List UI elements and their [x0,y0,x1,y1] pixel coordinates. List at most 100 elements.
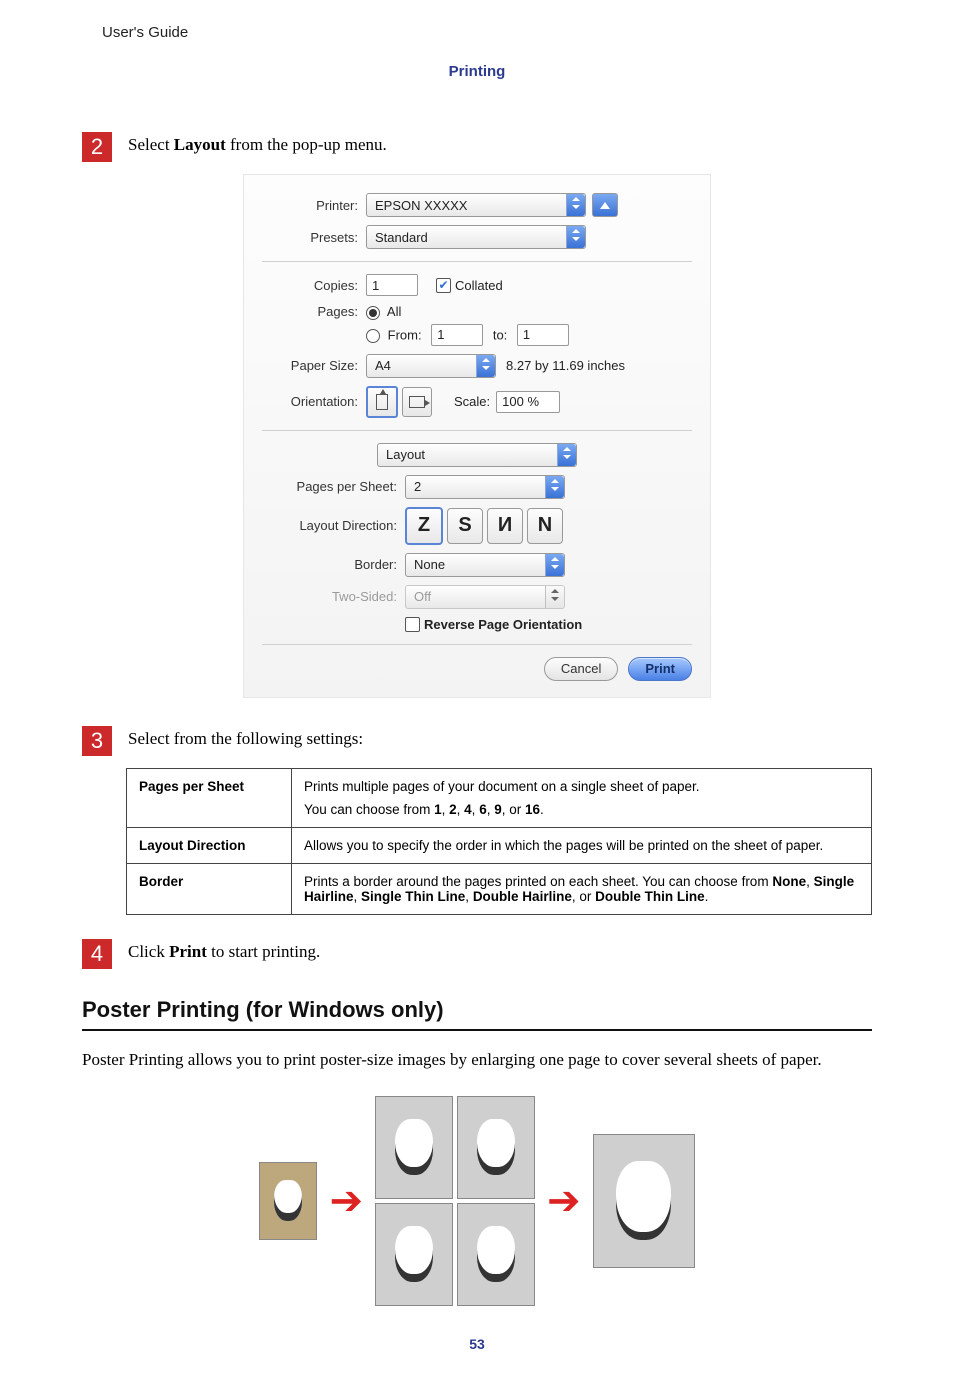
chevron-updown-icon [566,226,585,248]
dog-icon [395,1226,433,1282]
chevron-updown-icon [545,586,564,608]
presets-value: Standard [375,230,428,245]
step2-text: Select Layout from the pop-up menu. [128,132,387,156]
divider [262,261,692,262]
printer-value: EPSON XXXXX [375,198,467,213]
step3-text: Select from the following settings: [128,726,363,750]
cell-ld-desc: Allows you to specify the order in which… [292,827,872,863]
step-badge-4: 4 [82,939,112,969]
orientation-landscape-button[interactable] [402,387,432,417]
step2-pre: Select [128,135,174,154]
step-badge-2: 2 [82,132,112,162]
printer-label: Printer: [262,198,366,213]
layout-dir-2-button[interactable]: S [447,508,483,544]
border-label: Border: [262,557,405,572]
copies-input[interactable]: 1 [366,274,418,296]
two-sided-select: Off [405,585,565,609]
pps-value: 2 [414,479,421,494]
divider [262,644,692,645]
dog-icon [616,1161,671,1240]
pages-label: Pages: [262,304,366,319]
layout-direction-label: Layout Direction: [262,518,405,533]
chevron-updown-icon [545,476,564,498]
layout-dir-4-button[interactable]: N [527,508,563,544]
paper-size-dims: 8.27 by 11.69 inches [506,358,625,373]
pages-to-input[interactable]: 1 [517,324,569,346]
scale-label: Scale: [454,394,490,409]
two-sided-label: Two-Sided: [262,589,405,604]
pps-desc-line1: Prints multiple pages of your document o… [304,779,859,794]
tile-image [457,1203,535,1306]
chevron-updown-icon [566,194,585,216]
spath-icon: S [458,514,471,537]
arrow-right-icon: ➔ [329,1181,363,1221]
layout-dir-3-button[interactable]: И [487,508,523,544]
paper-size-label: Paper Size: [262,358,366,373]
orientation-portrait-button[interactable] [366,386,398,418]
border-select[interactable]: None [405,553,565,577]
dialog-section-select[interactable]: Layout [377,443,577,467]
tile-image [375,1203,453,1306]
chevron-updown-icon [545,554,564,576]
zpath-icon: Z [418,514,430,537]
tiled-image-set [375,1096,535,1306]
collated-checkbox[interactable]: ✔ [436,278,451,293]
pages-all-label: All [387,304,401,319]
table-row: Pages per Sheet Prints multiple pages of… [127,768,872,827]
users-guide-label: User's Guide [102,24,872,41]
divider [262,430,692,431]
original-image [259,1162,317,1240]
print-dialog: Printer: EPSON XXXXX Presets: Standard C… [243,174,711,698]
cell-border-desc: Prints a border around the pages printed… [292,863,872,914]
chevron-updown-icon [476,355,495,377]
dog-icon [274,1180,302,1222]
pages-from-radio[interactable] [366,329,380,343]
pps-desc-line2: You can choose from 1, 2, 4, 6, 9, or 16… [304,802,859,817]
step4-post: to start printing. [207,942,320,961]
poster-diagram: ➔ ➔ [82,1096,872,1306]
heading-poster-printing: Poster Printing (for Windows only) [82,997,872,1031]
reverse-checkbox[interactable]: ✔ [405,617,420,632]
layout-dir-1-button[interactable]: Z [405,507,443,545]
pages-all-radio[interactable] [366,306,380,320]
pps-select[interactable]: 2 [405,475,565,499]
step2-post: from the pop-up menu. [226,135,387,154]
cell-border-header: Border [127,863,292,914]
cancel-button[interactable]: Cancel [544,657,618,681]
landscape-icon [409,396,425,408]
paper-size-value: A4 [375,358,391,373]
presets-label: Presets: [262,230,366,245]
portrait-icon [376,394,388,410]
printer-select[interactable]: EPSON XXXXX [366,193,586,217]
step4-pre: Click [128,942,169,961]
table-row: Layout Direction Allows you to specify t… [127,827,872,863]
print-button[interactable]: Print [628,657,692,681]
table-row: Border Prints a border around the pages … [127,863,872,914]
tile-image [457,1096,535,1199]
settings-table: Pages per Sheet Prints multiple pages of… [126,768,872,915]
step4-bold: Print [169,942,207,961]
poster-paragraph: Poster Printing allows you to print post… [82,1049,872,1072]
triangle-up-icon [600,202,610,209]
paper-size-select[interactable]: A4 [366,354,496,378]
expand-button[interactable] [592,193,618,217]
presets-select[interactable]: Standard [366,225,586,249]
npath-icon: И [498,514,512,537]
cell-ld-header: Layout Direction [127,827,292,863]
dog-icon [395,1119,433,1175]
step-badge-3: 3 [82,726,112,756]
orientation-label: Orientation: [262,394,366,409]
border-value: None [414,557,445,572]
pages-from-input[interactable]: 1 [431,324,483,346]
cell-pps-desc: Prints multiple pages of your document o… [292,768,872,827]
chevron-updown-icon [557,444,576,466]
two-sided-value: Off [414,589,431,604]
step4-text: Click Print to start printing. [128,939,320,963]
scale-input[interactable]: 100 % [496,391,560,413]
assembled-poster-image [593,1134,695,1268]
arrow-right-icon: ➔ [547,1181,581,1221]
pps-label: Pages per Sheet: [262,479,405,494]
step2-bold: Layout [174,135,226,154]
pages-to-label: to: [493,327,507,342]
dog-icon [477,1226,515,1282]
